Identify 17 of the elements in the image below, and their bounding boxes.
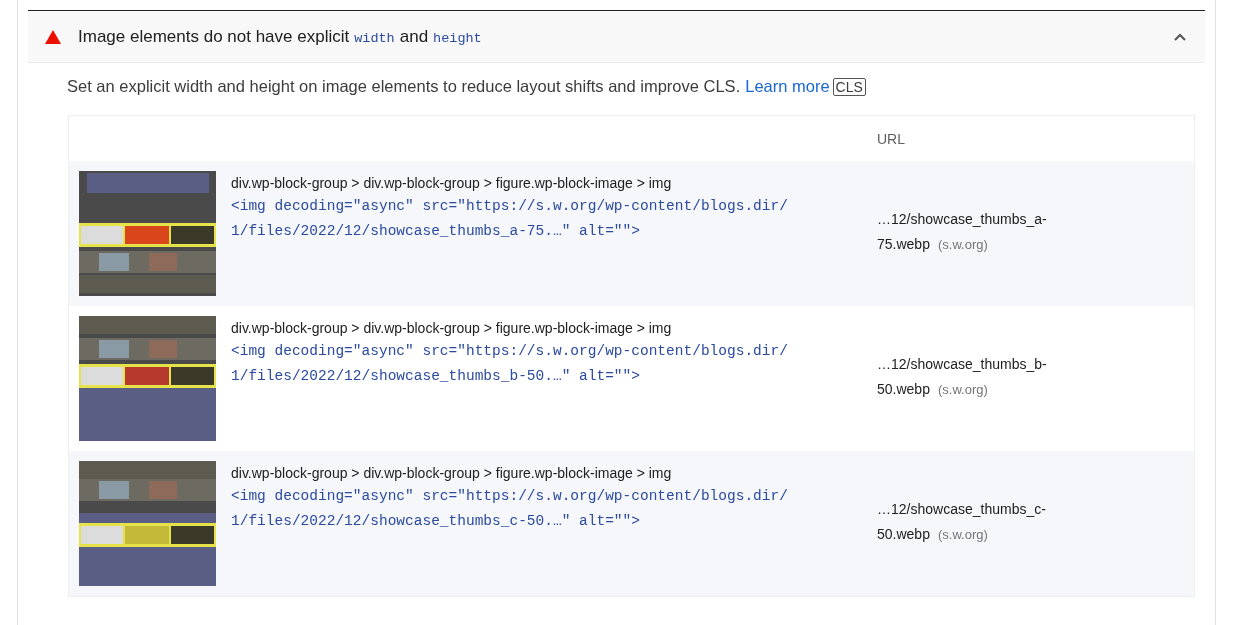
url-text: …12/showcase_thumbs_a-75.webp (s.w.org) bbox=[877, 210, 1048, 254]
selector-text: div.wp-block-group > div.wp-block-group > figure.wp-block-image > img bbox=[231, 320, 673, 336]
code-text: height bbox=[433, 30, 482, 46]
url-text: …12/showcase_thumbs_b-50.webp (s.w.org) bbox=[877, 355, 1048, 399]
metric-tag: CLS bbox=[832, 78, 866, 96]
selector-text: div.wp-block-group > div.wp-block-group > figure.wp-block-image > img bbox=[231, 175, 673, 191]
url-text: …12/showcase_thumbs_c-50.webp (s.w.org) bbox=[877, 500, 1047, 544]
learn-more-link[interactable]: Learn more bbox=[745, 77, 830, 96]
audit-title: and bbox=[399, 26, 429, 47]
audit-title: Image elements do not have explicit bbox=[78, 26, 350, 47]
selector-text: div.wp-block-group > div.wp-block-group > figure.wp-block-image > img bbox=[231, 465, 673, 481]
column-header: URL bbox=[877, 130, 905, 147]
code-text: width bbox=[354, 30, 395, 46]
code-snippet: <img decoding="async" src="https://s.w.org/wp-content/blogs.dir/1/files/2022/12/showcase_thumbs_a-75.…" alt=""> bbox=[231, 197, 789, 241]
code-snippet: <img decoding="async" src="https://s.w.org/wp-content/blogs.dir/1/files/2022/12/showcase_thumbs_b-50.…" alt=""> bbox=[231, 342, 789, 386]
description-text: Set an explicit width and height on image elements to reduce layout shifts and improve CLS. bbox=[67, 77, 741, 96]
code-snippet: <img decoding="async" src="https://s.w.org/wp-content/blogs.dir/1/files/2022/12/showcase_thumbs_c-50.…" alt=""> bbox=[231, 487, 789, 531]
